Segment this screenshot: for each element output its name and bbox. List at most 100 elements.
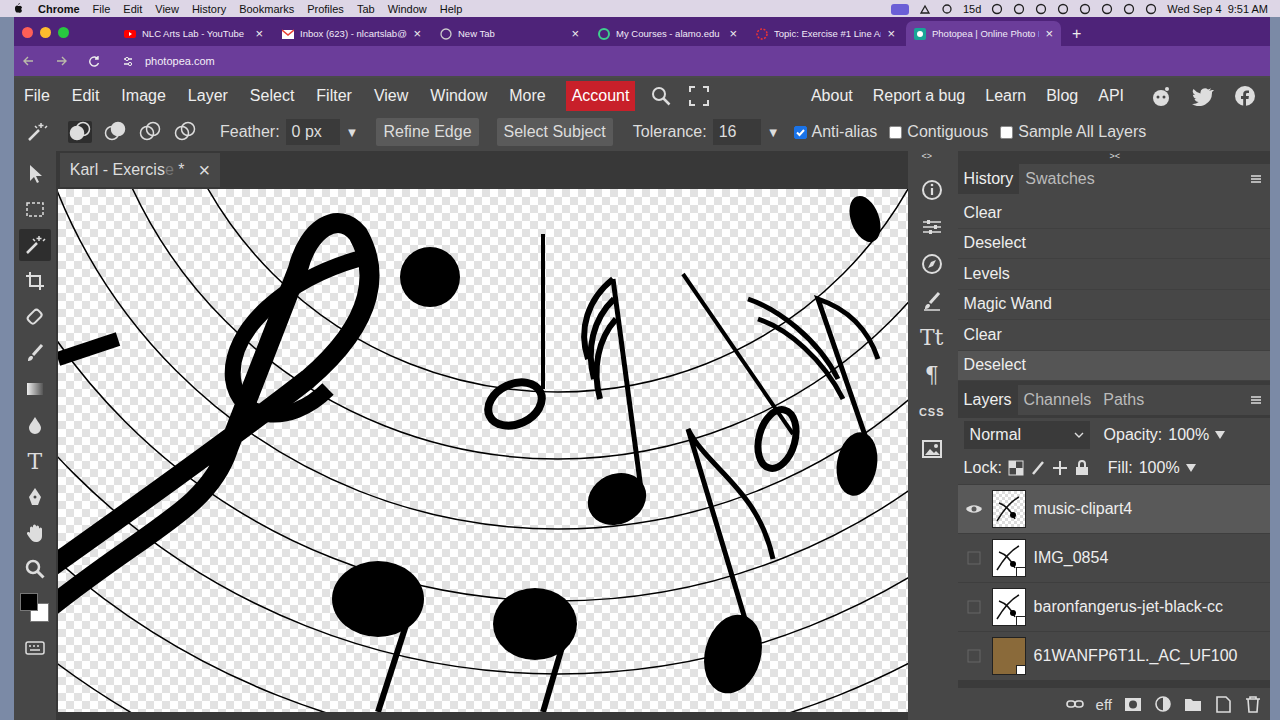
tolerance-dropdown[interactable]: ▼ [767, 125, 780, 140]
cloud-icon[interactable] [991, 3, 1003, 15]
site-info-icon[interactable] [123, 56, 133, 67]
option-checkbox[interactable]: Anti-alias [794, 123, 878, 141]
history-item[interactable]: Deselect [958, 229, 1270, 260]
layer-row[interactable]: music-clipart4 [958, 484, 1270, 533]
history-item[interactable]: Magic Wand [958, 290, 1270, 321]
clock-icon[interactable] [1013, 3, 1025, 15]
browser-tab[interactable]: Inbox (623) - nlcartslab@gm× [274, 21, 429, 46]
zoom-light[interactable] [58, 27, 69, 38]
header-link[interactable]: Learn [985, 87, 1026, 105]
tab-close[interactable]: × [571, 26, 579, 41]
folder-icon[interactable] [1184, 695, 1202, 713]
app-menu-item[interactable]: View [374, 87, 408, 105]
select-subject-button[interactable]: Select Subject [497, 118, 613, 146]
app-menu-item[interactable]: File [24, 87, 50, 105]
visibility-toggle[interactable] [964, 599, 984, 615]
os-menu-item[interactable]: Tab [357, 3, 375, 15]
account-button[interactable]: Account [566, 81, 636, 111]
tool-button[interactable] [19, 409, 51, 441]
panel-menu-icon[interactable] [1250, 395, 1262, 405]
selection-add-icon[interactable] [103, 121, 127, 143]
layer-row[interactable]: 61WANFP6T1L._AC_UF100 [958, 631, 1270, 680]
checkbox[interactable] [794, 126, 807, 139]
tolerance-input[interactable]: 16 [713, 119, 761, 145]
new-layer-icon[interactable] [1214, 695, 1232, 713]
tool-button[interactable] [19, 373, 51, 405]
selection-intersect-icon[interactable] [173, 121, 197, 143]
selection-new-icon[interactable] [68, 121, 92, 143]
collapse-strip-toggle[interactable]: <> [922, 151, 933, 164]
header-link[interactable]: Report a bug [873, 87, 966, 105]
history-item[interactable]: Deselect [958, 351, 1270, 382]
css-panel-button[interactable]: CSS [914, 393, 950, 430]
document-close[interactable]: × [199, 159, 211, 182]
os-menu-item[interactable]: History [192, 3, 226, 15]
text-panel-button[interactable]: Tt [914, 319, 950, 356]
magic-wand-icon[interactable] [26, 121, 48, 143]
os-menu-item[interactable]: Window [388, 3, 427, 15]
option-checkbox[interactable]: Sample All Layers [1000, 123, 1146, 141]
app-menu-item[interactable]: Layer [188, 87, 228, 105]
tab-close[interactable]: × [729, 26, 737, 41]
paragraph-panel-button[interactable]: ¶ [914, 356, 950, 393]
search-icon[interactable] [1101, 3, 1113, 15]
screen-icon[interactable] [891, 2, 909, 16]
keyboard-icon[interactable] [25, 639, 45, 657]
app-menu-item[interactable]: Filter [316, 87, 352, 105]
image-panel-button[interactable] [914, 430, 950, 467]
history-item[interactable]: Levels [958, 259, 1270, 290]
document-tab[interactable]: Karl - Exercise *× [60, 153, 220, 187]
back-icon[interactable] [22, 55, 35, 67]
lock-icon[interactable] [1057, 3, 1069, 15]
panel-tab[interactable]: History [958, 164, 1020, 194]
history-item[interactable]: Clear [958, 320, 1270, 351]
visibility-toggle[interactable] [964, 501, 984, 517]
panel-tab[interactable]: Swatches [1019, 164, 1100, 194]
refine-edge-button[interactable]: Refine Edge [376, 118, 478, 146]
os-menu-item[interactable]: Edit [123, 3, 142, 15]
checkbox[interactable] [1000, 126, 1013, 139]
panel-tab[interactable]: Layers [958, 385, 1018, 415]
panel-menu-icon[interactable] [1250, 174, 1262, 184]
sparkle-icon[interactable] [941, 3, 953, 15]
reload-icon[interactable] [88, 55, 101, 67]
reddit-icon[interactable] [1150, 85, 1172, 107]
tab-close[interactable]: × [1045, 26, 1053, 41]
os-menu-item[interactable]: Help [440, 3, 463, 15]
os-menu-item[interactable]: View [155, 3, 179, 15]
visibility-toggle[interactable] [964, 648, 984, 664]
feather-dropdown[interactable]: ▼ [346, 125, 359, 140]
tool-button[interactable] [19, 517, 51, 549]
info-panel-button[interactable] [914, 171, 950, 208]
opacity-arrow-icon[interactable] [1215, 430, 1225, 440]
app-menu-item[interactable]: Window [430, 87, 487, 105]
app-menu-item[interactable]: Image [121, 87, 165, 105]
notes-icon[interactable] [919, 3, 931, 15]
tool-button[interactable] [19, 157, 51, 189]
fill-value[interactable]: 100% [1139, 459, 1180, 477]
tool-button[interactable]: T [19, 445, 51, 477]
days-label[interactable]: 15d [963, 3, 981, 15]
layer-row[interactable]: baronfangerus-jet-black-cc [958, 582, 1270, 631]
twitter-icon[interactable] [1192, 86, 1214, 106]
mask-icon[interactable] [1124, 696, 1142, 713]
lock-all-icon[interactable] [1074, 460, 1090, 476]
feather-input[interactable]: 0 px [286, 119, 340, 145]
panel-tab[interactable]: Channels [1018, 385, 1098, 415]
history-item[interactable]: Clear [958, 198, 1270, 229]
tool-button[interactable] [19, 481, 51, 513]
layer-effects-button[interactable]: eff [1096, 696, 1112, 713]
lock-pixels-icon[interactable] [1030, 460, 1046, 476]
checkbox[interactable] [889, 126, 902, 139]
fill-arrow-icon[interactable] [1186, 463, 1196, 473]
user-icon[interactable] [1123, 3, 1135, 15]
os-menu-item[interactable]: Chrome [38, 3, 80, 15]
minimize-light[interactable] [40, 27, 51, 38]
app-menu-item[interactable]: Edit [72, 87, 100, 105]
tool-button[interactable] [19, 301, 51, 333]
tool-button[interactable] [19, 265, 51, 297]
close-light[interactable] [22, 27, 33, 38]
tool-button[interactable] [19, 553, 51, 585]
play-icon[interactable] [1035, 3, 1047, 15]
siri-icon[interactable] [1145, 3, 1157, 15]
